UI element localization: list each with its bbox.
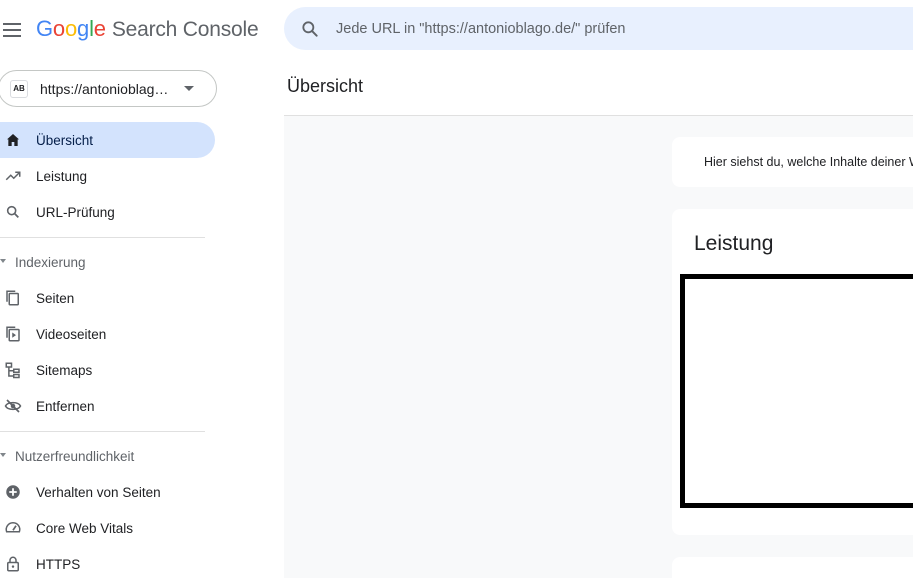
performance-card-title: Leistung [694, 232, 774, 255]
video-pages-icon [4, 325, 22, 343]
logo-letter: G [36, 16, 53, 41]
chevron-down-icon [184, 86, 194, 91]
add-circle-icon [4, 483, 22, 501]
sidebar-item-sitemaps[interactable]: Sitemaps [0, 352, 215, 388]
info-tip-banner: Hier siehst du, welche Inhalte deiner We… [672, 137, 913, 187]
sidebar-item-overview[interactable]: Übersicht [0, 122, 215, 158]
url-inspection-search-bar[interactable] [284, 7, 913, 50]
search-icon[interactable] [300, 19, 320, 39]
sidebar-item-label: Videoseiten [36, 326, 107, 342]
home-icon [4, 131, 22, 149]
property-selector[interactable]: AB https://antonioblago.de/ [0, 70, 217, 107]
logo-letter: g [77, 16, 90, 41]
tip-text: Hier siehst du, welche Inhalte deiner We… [704, 155, 913, 169]
sidebar-item-page-experience[interactable]: Verhalten von Seiten [0, 474, 215, 510]
logo-letter: o [64, 16, 78, 41]
collapse-triangle-icon [0, 259, 6, 263]
sidebar-section-label: Nutzerfreundlichkeit [15, 448, 135, 464]
sidebar-item-core-web-vitals[interactable]: Core Web Vitals [0, 510, 215, 546]
sitemap-icon [4, 361, 22, 379]
search-console-logo[interactable]: Google Search Console [36, 16, 259, 44]
sidebar-item-url-inspection[interactable]: URL-Prüfung [0, 194, 215, 230]
sidebar-item-https[interactable]: HTTPS [0, 546, 215, 578]
sidebar-item-label: Leistung [36, 168, 88, 184]
sidebar-section-label: Indexierung [15, 254, 86, 270]
sidebar-item-label: Entfernen [36, 398, 95, 414]
trending-up-icon [4, 167, 22, 185]
sidebar-item-pages[interactable]: Seiten [0, 280, 215, 316]
sidebar-nav: Übersicht Leistung URL-Prüfung Indexieru… [0, 122, 215, 578]
sidebar-item-label: HTTPS [36, 556, 81, 572]
logo-letter: o [52, 16, 65, 41]
sidebar-item-label: Verhalten von Seiten [36, 484, 161, 500]
main-menu-button[interactable] [0, 18, 24, 42]
pages-icon [4, 289, 22, 307]
logo-letter: e [93, 16, 106, 41]
sidebar-divider [0, 237, 205, 238]
collapse-triangle-icon [0, 453, 6, 457]
product-name: Search Console [111, 18, 259, 41]
sidebar-item-video-pages[interactable]: Videoseiten [0, 316, 215, 352]
page-title: Übersicht [287, 76, 364, 96]
sidebar-section-indexing[interactable]: Indexierung [0, 244, 215, 280]
sidebar-item-performance[interactable]: Leistung [0, 158, 215, 194]
performance-chart-placeholder[interactable] [680, 274, 913, 508]
property-url: https://antonioblago.de/ [40, 80, 172, 97]
search-icon [4, 203, 22, 221]
visibility-off-icon [4, 397, 22, 415]
url-inspection-input[interactable] [334, 19, 894, 38]
sidebar-item-label: Seiten [36, 290, 75, 306]
hamburger-menu-icon [3, 23, 21, 37]
sidebar-item-label: Sitemaps [36, 362, 93, 378]
speed-gauge-icon [4, 519, 22, 537]
sidebar-section-experience[interactable]: Nutzerfreundlichkeit [0, 438, 215, 474]
performance-card: Leistung [672, 209, 913, 535]
next-card [672, 557, 913, 578]
sidebar-item-label: Core Web Vitals [36, 520, 134, 536]
sidebar-item-removals[interactable]: Entfernen [0, 388, 215, 424]
sidebar-divider [0, 431, 205, 432]
sidebar-item-label: Übersicht [36, 132, 94, 148]
search-console-app: Google Search Console AB https://antonio… [0, 0, 913, 578]
lock-icon [4, 555, 22, 573]
sidebar-item-label: URL-Prüfung [36, 204, 115, 220]
site-favicon: AB [10, 79, 28, 98]
